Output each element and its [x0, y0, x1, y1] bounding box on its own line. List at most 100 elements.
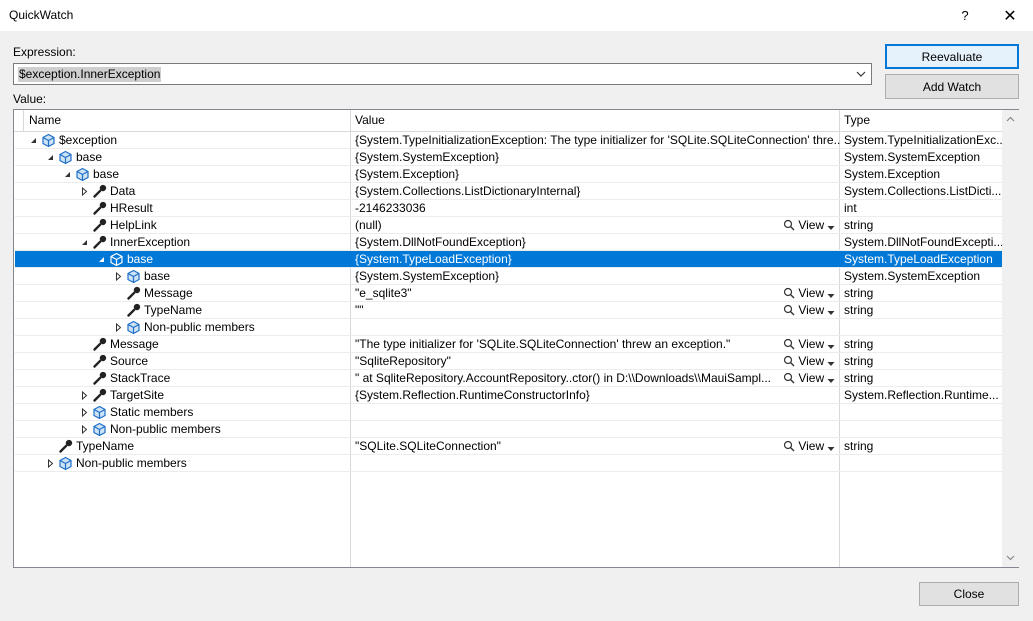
- scroll-up-icon[interactable]: [1006, 115, 1015, 124]
- dropdown-arrow-icon[interactable]: [827, 225, 835, 231]
- expanded-arrow-icon[interactable]: [46, 153, 55, 162]
- view-dropdown[interactable]: [827, 439, 835, 453]
- collapsed-arrow-icon[interactable]: [80, 391, 89, 400]
- table-row[interactable]: Non-public members: [15, 421, 1002, 438]
- table-row[interactable]: Non-public members: [15, 319, 1002, 336]
- column-header-type[interactable]: Type: [839, 110, 870, 131]
- value-cell[interactable]: [355, 319, 841, 336]
- view-dropdown[interactable]: [827, 286, 835, 300]
- table-row[interactable]: HResult -2146233036 int: [15, 200, 1002, 217]
- row-value-text: {System.Exception}: [355, 167, 460, 181]
- collapsed-arrow-icon[interactable]: [80, 408, 89, 417]
- view-visualizer-button[interactable]: View: [783, 302, 835, 319]
- vertical-scrollbar[interactable]: [1002, 110, 1019, 567]
- value-cell[interactable]: {System.Reflection.RuntimeConstructorInf…: [355, 387, 841, 404]
- expanded-arrow-icon[interactable]: [97, 255, 106, 264]
- value-cell[interactable]: [355, 421, 841, 438]
- value-cell[interactable]: {System.TypeLoadException}: [355, 251, 841, 268]
- view-label: View: [795, 218, 828, 232]
- expanded-arrow-icon[interactable]: [29, 136, 38, 145]
- table-row[interactable]: base {System.TypeLoadException} System.Typ…: [15, 251, 1002, 268]
- table-row[interactable]: base {System.Exception} System.Exception: [15, 166, 1002, 183]
- value-cell[interactable]: "SqliteRepository": [355, 353, 780, 370]
- row-name-label: Static members: [110, 405, 194, 419]
- view-dropdown[interactable]: [827, 371, 835, 385]
- value-cell[interactable]: [355, 455, 841, 472]
- object-icon: [127, 320, 140, 335]
- row-name-label: TypeName: [76, 439, 135, 453]
- table-row[interactable]: base {System.SystemException} System.Syste…: [15, 268, 1002, 285]
- scroll-down-icon[interactable]: [1006, 553, 1015, 562]
- value-cell[interactable]: "e_sqlite3": [355, 285, 780, 302]
- close-button[interactable]: Close: [919, 582, 1019, 606]
- value-cell[interactable]: (null): [355, 217, 780, 234]
- value-cell[interactable]: " at SqliteRepository.AccountRepository.…: [355, 370, 780, 387]
- value-cell[interactable]: {System.Collections.ListDictionaryIntern…: [355, 183, 841, 200]
- table-row[interactable]: Message View "The type initializer for '…: [15, 336, 1002, 353]
- dropdown-arrow-icon[interactable]: [827, 293, 835, 299]
- view-visualizer-button[interactable]: View: [783, 336, 835, 353]
- table-row[interactable]: TargetSite {System.Reflection.RuntimeCons…: [15, 387, 1002, 404]
- value-cell[interactable]: {System.DllNotFoundException}: [355, 234, 841, 251]
- table-row[interactable]: HelpLink View (null) string: [15, 217, 1002, 234]
- watch-grid[interactable]: Name Value Type $exception {System.TypeIn…: [13, 109, 1019, 568]
- title-bar: QuickWatch ? ✕: [0, 0, 1033, 31]
- column-divider: [23, 110, 24, 132]
- dropdown-arrow-icon[interactable]: [827, 446, 835, 452]
- view-dropdown[interactable]: [827, 218, 835, 232]
- row-name-label: TargetSite: [110, 388, 165, 402]
- value-cell[interactable]: {System.TypeInitializationException: The…: [355, 132, 841, 149]
- type-cell: [844, 404, 1002, 421]
- table-row[interactable]: Source View "SqliteRepository" string: [15, 353, 1002, 370]
- row-name-label: InnerException: [110, 235, 191, 249]
- value-cell[interactable]: -2146233036: [355, 200, 841, 217]
- table-row[interactable]: $exception {System.TypeInitializationExce…: [15, 132, 1002, 149]
- collapsed-arrow-icon[interactable]: [114, 272, 123, 281]
- view-dropdown[interactable]: [827, 337, 835, 351]
- table-row[interactable]: Non-public members: [15, 455, 1002, 472]
- value-cell[interactable]: [355, 404, 841, 421]
- collapsed-arrow-icon[interactable]: [80, 187, 89, 196]
- collapsed-arrow-icon[interactable]: [114, 323, 123, 332]
- column-header-name[interactable]: Name: [24, 110, 61, 131]
- dropdown-arrow-icon[interactable]: [827, 310, 835, 316]
- view-dropdown[interactable]: [827, 303, 835, 317]
- table-row[interactable]: Message View "e_sqlite3" string: [15, 285, 1002, 302]
- help-button[interactable]: ?: [942, 0, 988, 31]
- value-cell[interactable]: "": [355, 302, 780, 319]
- collapsed-arrow-icon[interactable]: [46, 459, 55, 468]
- collapsed-arrow-icon[interactable]: [80, 425, 89, 434]
- expression-input[interactable]: $exception.InnerException: [18, 67, 162, 82]
- chevron-down-icon[interactable]: [854, 66, 868, 82]
- dropdown-arrow-icon[interactable]: [827, 361, 835, 367]
- expression-combobox[interactable]: $exception.InnerException: [13, 63, 872, 85]
- add-watch-button[interactable]: Add Watch: [885, 74, 1019, 99]
- view-visualizer-button[interactable]: View: [783, 370, 835, 387]
- table-row[interactable]: TypeName View "" string: [15, 302, 1002, 319]
- view-visualizer-button[interactable]: View: [783, 353, 835, 370]
- value-cell[interactable]: {System.Exception}: [355, 166, 841, 183]
- view-dropdown[interactable]: [827, 354, 835, 368]
- value-cell[interactable]: "The type initializer for 'SQLite.SQLite…: [355, 336, 780, 353]
- column-header-value[interactable]: Value: [350, 110, 385, 131]
- value-cell[interactable]: "SQLite.SQLiteConnection": [355, 438, 780, 455]
- object-icon: [127, 269, 140, 284]
- expanded-arrow-icon[interactable]: [80, 238, 89, 247]
- view-visualizer-button[interactable]: View: [783, 285, 835, 302]
- view-visualizer-button[interactable]: View: [783, 217, 835, 234]
- table-row[interactable]: TypeName View "SQLite.SQLiteConnection" s…: [15, 438, 1002, 455]
- reevaluate-button[interactable]: Reevaluate: [885, 44, 1019, 69]
- value-cell[interactable]: {System.SystemException}: [355, 268, 841, 285]
- table-row[interactable]: StackTrace View " at SqliteRepository.Ac…: [15, 370, 1002, 387]
- object-icon: [110, 252, 123, 267]
- table-row[interactable]: Static members: [15, 404, 1002, 421]
- value-cell[interactable]: {System.SystemException}: [355, 149, 841, 166]
- dropdown-arrow-icon[interactable]: [827, 378, 835, 384]
- view-visualizer-button[interactable]: View: [783, 438, 835, 455]
- table-row[interactable]: Data {System.Collections.ListDictionaryIn…: [15, 183, 1002, 200]
- dropdown-arrow-icon[interactable]: [827, 344, 835, 350]
- close-window-button[interactable]: ✕: [987, 0, 1033, 31]
- table-row[interactable]: InnerException {System.DllNotFoundExcepti…: [15, 234, 1002, 251]
- table-row[interactable]: base {System.SystemException} System.Syste…: [15, 149, 1002, 166]
- expanded-arrow-icon[interactable]: [63, 170, 72, 179]
